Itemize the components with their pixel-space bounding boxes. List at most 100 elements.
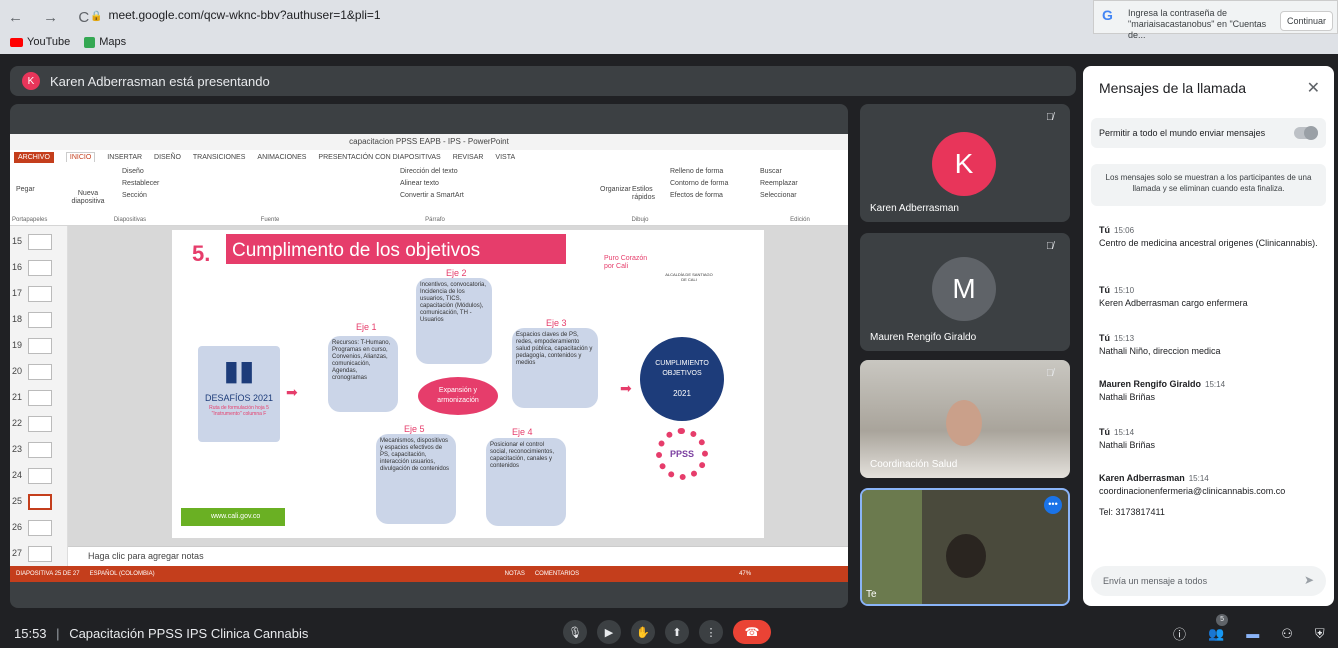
more-options-icon[interactable]: ⋮ bbox=[699, 620, 723, 644]
thumbnail-19[interactable]: 19 bbox=[12, 336, 66, 358]
tab-transiciones[interactable]: TRANSICIONES bbox=[193, 154, 246, 161]
continue-button[interactable]: Continuar bbox=[1279, 11, 1333, 31]
tab-presentacion[interactable]: PRESENTACIÓN CON DIAPOSITIVAS bbox=[318, 154, 440, 161]
thumbnail-26[interactable]: 26 bbox=[12, 518, 66, 540]
cumplimiento-label: CUMPLIMIENTO OBJETIVOS bbox=[655, 360, 709, 377]
thumbnail-27[interactable]: 27 bbox=[12, 544, 66, 566]
permission-toggle[interactable] bbox=[1294, 126, 1318, 140]
tab-diseno[interactable]: DISEÑO bbox=[154, 154, 181, 161]
chat-message: Karen Adberrasman 15:14 coordinacionenfer… bbox=[1099, 473, 1286, 496]
ppt-ribbon-tabs: ARCHIVO INICIO INSERTAR DISEÑO TRANSICIO… bbox=[10, 150, 848, 164]
participant-name: Mauren Rengifo Giraldo bbox=[870, 332, 977, 343]
cumplimiento-year: 2021 bbox=[673, 389, 691, 398]
new-slide-button[interactable]: Nueva diapositiva bbox=[68, 190, 108, 206]
more-options-icon[interactable]: ••• bbox=[1044, 496, 1062, 514]
eje-1-label: Eje 1 bbox=[356, 322, 377, 332]
notes-pane[interactable]: Haga clic para agregar notas bbox=[68, 546, 848, 566]
expansion-oval: Expansión y armonización bbox=[418, 377, 498, 415]
video-feed bbox=[946, 400, 982, 446]
section-button[interactable]: Sección bbox=[122, 192, 147, 199]
shape-outline-button[interactable]: Contorno de forma bbox=[670, 180, 728, 187]
chat-title: Mensajes de la llamada bbox=[1099, 80, 1247, 96]
thumbnail-17[interactable]: 17 bbox=[12, 284, 66, 306]
thumbnail-23[interactable]: 23 bbox=[12, 440, 66, 462]
replace-button[interactable]: Reemplazar bbox=[760, 180, 798, 187]
chat-info-note: Los mensajes solo se muestran a los part… bbox=[1091, 164, 1326, 206]
send-icon[interactable]: ➤ bbox=[1304, 573, 1314, 587]
comments-button[interactable]: COMENTARIOS bbox=[535, 571, 579, 577]
hangup-icon[interactable]: ☎ bbox=[733, 620, 771, 644]
tab-animaciones[interactable]: ANIMACIONES bbox=[257, 154, 306, 161]
google-icon: G bbox=[1102, 7, 1113, 23]
bookmark-maps[interactable]: Maps bbox=[84, 36, 126, 48]
activities-icon[interactable]: ⚇ bbox=[1281, 626, 1293, 642]
raise-hand-icon[interactable]: ✋ bbox=[631, 620, 655, 644]
quick-styles-button[interactable]: Estilos rápidos bbox=[632, 186, 662, 202]
group-dibujo: Dibujo bbox=[631, 217, 649, 223]
eje-5-bubble: Mecanismos, dispositivos y espacios efec… bbox=[376, 434, 456, 524]
camera-icon[interactable]: ▶ bbox=[597, 620, 621, 644]
mic-icon[interactable]: 🎙 bbox=[563, 620, 587, 644]
layout-button[interactable]: Diseño bbox=[122, 168, 144, 175]
address-bar[interactable]: 🔒 meet.google.com/qcw-wknc-bbv?authuser=1… bbox=[90, 8, 381, 22]
slide-number-heading: 5. bbox=[192, 241, 211, 266]
group-fuente: Fuente bbox=[260, 217, 280, 223]
thumbnail-16[interactable]: 16 bbox=[12, 258, 66, 280]
paste-button[interactable]: Pegar bbox=[16, 186, 35, 193]
language-indicator[interactable]: ESPAÑOL (COLOMBIA) bbox=[90, 571, 155, 577]
find-button[interactable]: Buscar bbox=[760, 168, 782, 175]
browser-nav-buttons[interactable]: ← → C bbox=[8, 9, 97, 26]
chat-input[interactable]: Envía un mensaje a todos ➤ bbox=[1091, 566, 1326, 596]
bookmark-youtube[interactable]: YouTube bbox=[10, 36, 70, 48]
thumbnail-15[interactable]: 15 bbox=[12, 232, 66, 254]
shape-effects-button[interactable]: Efectos de forma bbox=[670, 192, 723, 199]
chat-message-continuation: Tel: 3173817411 bbox=[1099, 507, 1165, 517]
group-edicion: Edición bbox=[790, 217, 810, 223]
lock-icon: 🔒 bbox=[90, 11, 103, 22]
slide-thumbnails: 15 16 17 18 19 20 21 22 23 24 25 26 27 bbox=[10, 226, 68, 566]
text-direction-button[interactable]: Dirección del texto bbox=[400, 168, 458, 175]
mic-off-icon: 🎙̸ bbox=[1046, 112, 1054, 123]
close-icon[interactable]: ✕ bbox=[1307, 78, 1320, 98]
chat-panel: Mensajes de la llamada ✕ Permitir a todo… bbox=[1083, 66, 1334, 606]
ppt-status-bar: DIAPOSITIVA 25 DE 27 ESPAÑOL (COLOMBIA) … bbox=[10, 566, 848, 582]
chat-icon[interactable]: ▬ bbox=[1246, 626, 1259, 641]
participant-tile-coordinacion[interactable]: 🎙̸ Coordinación Salud bbox=[860, 360, 1070, 478]
zoom-level[interactable]: 47% bbox=[739, 571, 751, 577]
tab-inicio[interactable]: INICIO bbox=[65, 152, 96, 162]
tab-vista[interactable]: VISTA bbox=[495, 154, 515, 161]
participant-tile-mauren[interactable]: 🎙̸ M Mauren Rengifo Giraldo bbox=[860, 233, 1070, 351]
desafios-label: DESAFÍOS 2021 bbox=[204, 393, 274, 403]
select-button[interactable]: Seleccionar bbox=[760, 192, 797, 199]
reset-button[interactable]: Restablecer bbox=[122, 180, 159, 187]
tab-insertar[interactable]: INSERTAR bbox=[107, 154, 142, 161]
tab-revisar[interactable]: REVISAR bbox=[453, 154, 484, 161]
call-controls: 🎙 ▶ ✋ ⬆ ⋮ ☎ bbox=[563, 620, 771, 644]
thumbnail-18[interactable]: 18 bbox=[12, 310, 66, 332]
people-icon[interactable]: 👥 5 bbox=[1208, 613, 1229, 642]
present-icon[interactable]: ⬆ bbox=[665, 620, 689, 644]
organize-button[interactable]: Organizar bbox=[600, 186, 631, 193]
shape-fill-button[interactable]: Relleno de forma bbox=[670, 168, 723, 175]
password-prompt-text: Ingresa la contraseña de "mariaisacastan… bbox=[1128, 8, 1267, 40]
thumbnail-20[interactable]: 20 bbox=[12, 362, 66, 384]
smartart-button[interactable]: Convertir a SmartArt bbox=[400, 192, 464, 199]
host-controls-icon[interactable]: ⛨ bbox=[1315, 626, 1325, 642]
slide-counter: DIAPOSITIVA 25 DE 27 bbox=[16, 571, 80, 577]
thumbnail-21[interactable]: 21 bbox=[12, 388, 66, 410]
chat-message: Tú 15:14 Nathali Briñas bbox=[1099, 427, 1156, 450]
thumbnail-24[interactable]: 24 bbox=[12, 466, 66, 488]
chat-permission-row: Permitir a todo el mundo enviar mensajes bbox=[1091, 118, 1326, 148]
thumbnail-25[interactable]: 25 bbox=[12, 492, 66, 514]
info-icon[interactable]: ⓘ bbox=[1173, 624, 1186, 643]
participant-tile-self[interactable]: ••• Te bbox=[860, 488, 1070, 606]
chat-message: Tú 15:10 Keren Adberrasman cargo enfermer… bbox=[1099, 285, 1248, 308]
eje-2-bubble: Incentivos, convocatoria, Incidencia de … bbox=[416, 278, 492, 364]
participant-tile-karen[interactable]: 🎙̸ K Karen Adberrasman bbox=[860, 104, 1070, 222]
desafios-box: ▮▮ DESAFÍOS 2021 Ruta de formulación hoj… bbox=[198, 346, 280, 442]
thumbnail-22[interactable]: 22 bbox=[12, 414, 66, 436]
align-text-button[interactable]: Alinear texto bbox=[400, 180, 439, 187]
notes-button[interactable]: NOTAS bbox=[505, 571, 525, 577]
tab-archivo[interactable]: ARCHIVO bbox=[14, 151, 54, 163]
clock: 15:53 bbox=[14, 626, 47, 641]
